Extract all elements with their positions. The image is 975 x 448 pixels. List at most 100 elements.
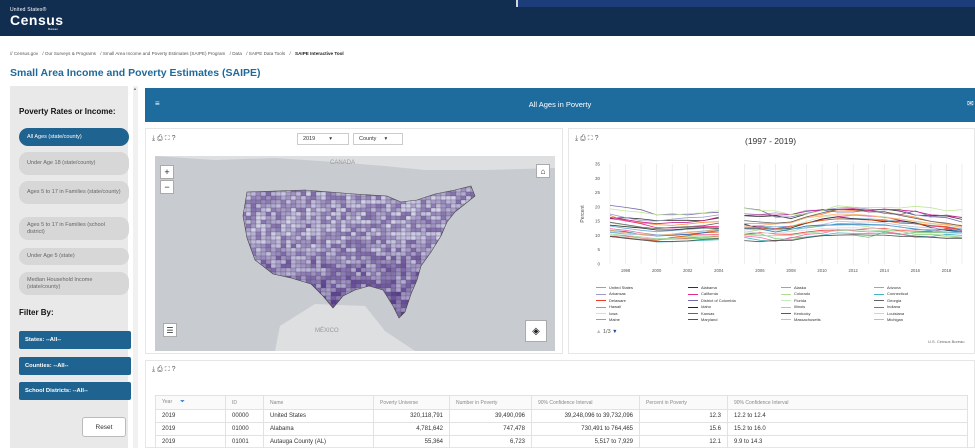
county-cell[interactable] xyxy=(390,223,397,229)
county-cell[interactable] xyxy=(410,251,417,257)
county-cell[interactable] xyxy=(385,255,392,261)
county-cell[interactable] xyxy=(310,211,317,217)
county-cell[interactable] xyxy=(340,203,347,209)
county-cell[interactable] xyxy=(275,239,282,245)
county-cell[interactable] xyxy=(355,271,362,277)
county-cell[interactable] xyxy=(265,235,272,241)
county-cell[interactable] xyxy=(275,235,282,241)
county-cell[interactable] xyxy=(265,231,272,237)
county-cell[interactable] xyxy=(370,271,377,277)
county-cell[interactable] xyxy=(315,203,322,209)
county-cell[interactable] xyxy=(315,267,322,273)
county-cell[interactable] xyxy=(315,195,322,201)
county-cell[interactable] xyxy=(400,271,407,277)
county-cell[interactable] xyxy=(305,239,312,245)
county-cell[interactable] xyxy=(335,267,342,273)
county-cell[interactable] xyxy=(345,287,352,293)
county-cell[interactable] xyxy=(400,295,407,301)
county-cell[interactable] xyxy=(415,203,422,209)
county-cell[interactable] xyxy=(360,271,367,277)
county-cell[interactable] xyxy=(390,211,397,217)
county-cell[interactable] xyxy=(280,191,287,197)
county-cell[interactable] xyxy=(310,223,317,229)
county-cell[interactable] xyxy=(400,251,407,257)
county-cell[interactable] xyxy=(305,243,312,249)
county-cell[interactable] xyxy=(380,255,387,261)
county-cell[interactable] xyxy=(450,203,457,209)
county-cell[interactable] xyxy=(325,263,332,269)
county-cell[interactable] xyxy=(315,199,322,205)
county-cell[interactable] xyxy=(385,283,392,289)
county-cell[interactable] xyxy=(365,251,372,257)
county-cell[interactable] xyxy=(380,203,387,209)
county-cell[interactable] xyxy=(270,231,277,237)
county-cell[interactable] xyxy=(375,271,382,277)
county-cell[interactable] xyxy=(360,211,367,217)
county-cell[interactable] xyxy=(340,195,347,201)
county-cell[interactable] xyxy=(380,195,387,201)
county-cell[interactable] xyxy=(335,275,342,281)
zoom-out-button[interactable]: − xyxy=(160,180,174,194)
county-cell[interactable] xyxy=(360,259,367,265)
county-cell[interactable] xyxy=(360,235,367,241)
county-cell[interactable] xyxy=(305,211,312,217)
county-cell[interactable] xyxy=(250,215,257,221)
county-cell[interactable] xyxy=(390,259,397,265)
county-cell[interactable] xyxy=(365,203,372,209)
county-cell[interactable] xyxy=(270,255,277,261)
series-line[interactable] xyxy=(609,205,719,216)
county-cell[interactable] xyxy=(420,247,427,253)
county-cell[interactable] xyxy=(305,251,312,257)
county-cell[interactable] xyxy=(415,243,422,249)
sidebar-item-5-17-school[interactable]: Ages 5 to 17 in Families (school distric… xyxy=(19,217,129,240)
legend-item[interactable]: Connecticut xyxy=(874,291,908,296)
county-cell[interactable] xyxy=(415,247,422,253)
county-cell[interactable] xyxy=(405,239,412,245)
county-cell[interactable] xyxy=(325,283,332,289)
year-select[interactable]: 2019 ▾ xyxy=(297,133,349,145)
county-cell[interactable] xyxy=(290,215,297,221)
county-cell[interactable] xyxy=(285,231,292,237)
county-cell[interactable] xyxy=(395,215,402,221)
county-cell[interactable] xyxy=(335,279,342,285)
county-cell[interactable] xyxy=(330,247,337,253)
county-cell[interactable] xyxy=(360,227,367,233)
county-cell[interactable] xyxy=(320,223,327,229)
county-cell[interactable] xyxy=(365,219,372,225)
county-cell[interactable] xyxy=(310,271,317,277)
county-cell[interactable] xyxy=(335,195,342,201)
county-cell[interactable] xyxy=(315,219,322,225)
county-cell[interactable] xyxy=(285,211,292,217)
county-cell[interactable] xyxy=(435,199,442,205)
county-cell[interactable] xyxy=(305,259,312,265)
county-cell[interactable] xyxy=(350,199,357,205)
county-cell[interactable] xyxy=(295,247,302,253)
county-cell[interactable] xyxy=(435,227,442,233)
county-cell[interactable] xyxy=(395,227,402,233)
county-cell[interactable] xyxy=(405,279,412,285)
county-cell[interactable] xyxy=(400,267,407,273)
county-cell[interactable] xyxy=(350,211,357,217)
county-cell[interactable] xyxy=(370,215,377,221)
county-cell[interactable] xyxy=(290,263,297,269)
county-cell[interactable] xyxy=(420,207,427,213)
legend-item[interactable]: Delaware xyxy=(596,298,626,303)
county-cell[interactable] xyxy=(365,227,372,233)
county-cell[interactable] xyxy=(330,283,337,289)
county-cell[interactable] xyxy=(400,227,407,233)
county-cell[interactable] xyxy=(400,231,407,237)
county-cell[interactable] xyxy=(320,271,327,277)
poverty-trend-chart[interactable]: 0 5 10 15 20 25 30 35 1998 2000 2002 2004 2006 2008 20… xyxy=(570,156,970,276)
county-cell[interactable] xyxy=(430,223,437,229)
county-cell[interactable] xyxy=(365,259,372,265)
county-cell[interactable] xyxy=(425,215,432,221)
county-cell[interactable] xyxy=(300,271,307,277)
county-cell[interactable] xyxy=(315,207,322,213)
county-cell[interactable] xyxy=(275,243,282,249)
county-cell[interactable] xyxy=(245,215,252,221)
county-cell[interactable] xyxy=(255,227,262,233)
county-cell[interactable] xyxy=(245,227,252,233)
county-cell[interactable] xyxy=(290,251,297,257)
county-cell[interactable] xyxy=(385,239,392,245)
county-cell[interactable] xyxy=(405,263,412,269)
